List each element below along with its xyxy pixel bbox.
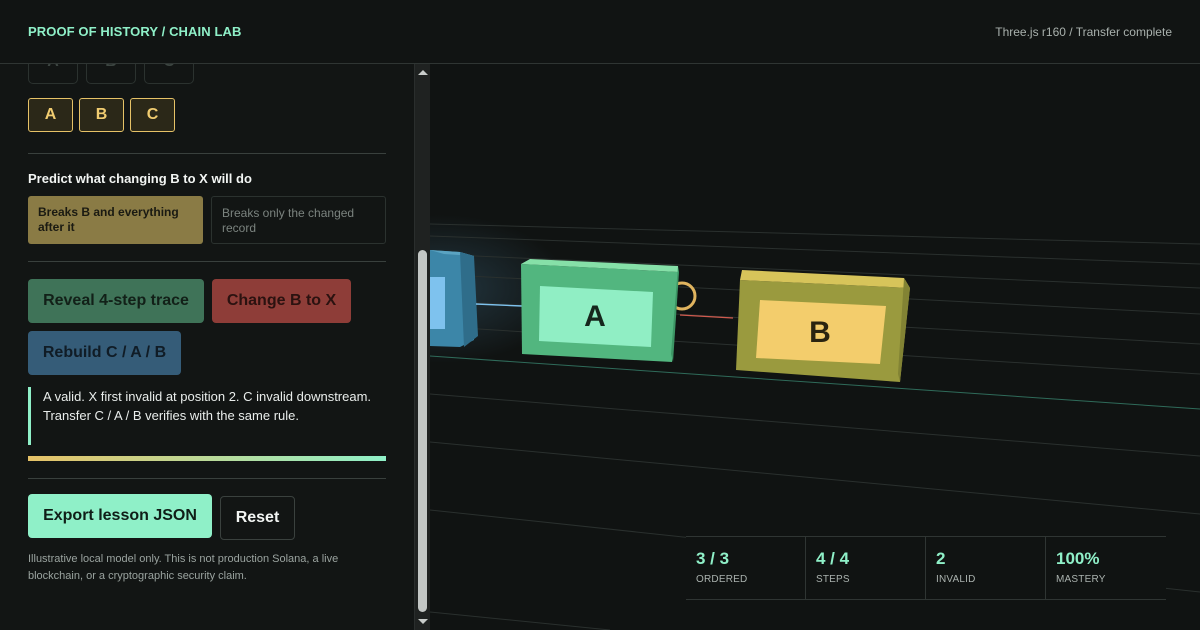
ghost-chip-c: C — [144, 64, 194, 84]
metric-label: ORDERED — [696, 574, 748, 585]
disclaimer-text: Illustrative local model only. This is n… — [28, 553, 339, 582]
ghost-chip-row: A B C — [28, 64, 194, 84]
change-b-button[interactable]: Change B to X — [212, 279, 351, 323]
explanation-text: A valid. X first invalid at position 2. … — [28, 387, 386, 445]
metric-value: 100% — [1056, 549, 1100, 568]
divider — [28, 153, 386, 154]
block-b-label: B — [809, 316, 831, 349]
control-panel: A B C A B C Predict what changing B to X… — [0, 64, 414, 630]
progress-bar — [28, 456, 386, 461]
metric-steps: 4 / 4 STEPS — [806, 537, 926, 599]
metric-label: INVALID — [936, 574, 976, 585]
scroll-up-arrow-icon[interactable] — [418, 70, 428, 75]
chain-link-prev-a — [475, 303, 523, 307]
app-title: PROOF OF HISTORY / CHAIN LAB — [28, 24, 242, 39]
rebuild-button[interactable]: Rebuild C / A / B — [28, 331, 181, 375]
metric-invalid: 2 INVALID — [926, 537, 1046, 599]
predict-option-breaks-only[interactable]: Breaks only the changed record — [211, 196, 386, 244]
predict-title: Predict what changing B to X will do — [28, 171, 252, 186]
order-chip-c[interactable]: C — [130, 98, 175, 132]
order-chip-b[interactable]: B — [79, 98, 124, 132]
chain-block-b[interactable]: B — [736, 270, 910, 382]
metric-value: 3 / 3 — [696, 549, 730, 568]
status-text: Three.js r160 / Transfer complete — [995, 25, 1172, 39]
metric-label: MASTERY — [1056, 574, 1106, 585]
scroll-thumb[interactable] — [418, 250, 427, 612]
metric-ordered: 3 / 3 ORDERED — [686, 537, 806, 599]
reset-button[interactable]: Reset — [220, 496, 295, 540]
divider — [28, 261, 386, 262]
ghost-chip-b: B — [86, 64, 136, 84]
metric-value: 4 / 4 — [816, 549, 850, 568]
metric-value: 2 — [936, 549, 946, 568]
order-chip-row: A B C — [28, 98, 175, 132]
ghost-chip-a: A — [28, 64, 78, 84]
chain-block-a[interactable]: A — [521, 259, 679, 362]
block-a-label: A — [584, 300, 606, 333]
panel-scrollbar[interactable] — [414, 64, 430, 630]
metric-label: STEPS — [816, 574, 850, 585]
reveal-trace-button[interactable]: Reveal 4-step trace — [28, 279, 204, 323]
export-json-button[interactable]: Export lesson JSON — [28, 494, 212, 538]
divider — [28, 478, 386, 479]
scroll-down-arrow-icon[interactable] — [418, 619, 428, 624]
metrics-panel: 3 / 3 ORDERED 4 / 4 STEPS 2 INVALID 100%… — [686, 536, 1166, 600]
metric-mastery: 100% MASTERY — [1046, 537, 1166, 599]
predict-option-breaks-after[interactable]: Breaks B and everything after it — [28, 196, 203, 244]
chain-block-prev[interactable] — [430, 250, 478, 347]
top-bar: PROOF OF HISTORY / CHAIN LAB Three.js r1… — [0, 0, 1200, 64]
order-chip-a[interactable]: A — [28, 98, 73, 132]
